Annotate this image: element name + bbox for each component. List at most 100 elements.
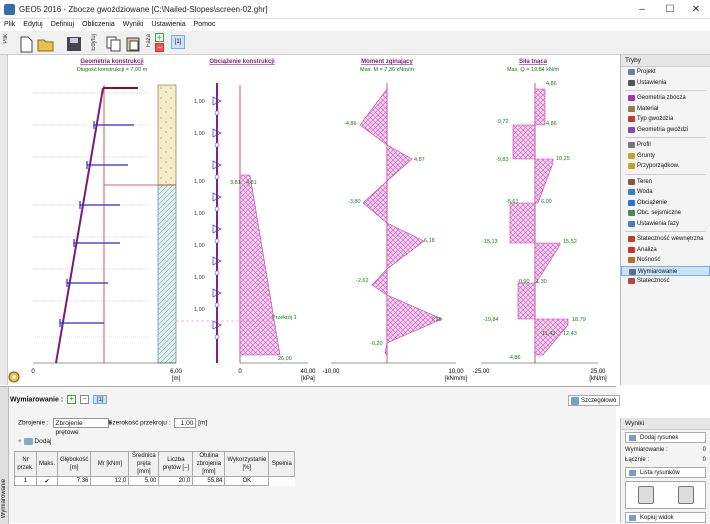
reinforcement-select[interactable]: Zbrojenie prętowe <box>52 418 109 436</box>
column-header[interactable]: Mr [kNm] <box>90 451 130 477</box>
svg-text:-3,80: -3,80 <box>348 199 361 205</box>
mode-item-10[interactable]: Woda <box>621 187 710 198</box>
width-input[interactable]: 1,00 <box>174 418 197 428</box>
add-drawing-button[interactable]: Dodaj rysunek <box>625 432 706 443</box>
modes-title: Tryby <box>621 55 710 67</box>
earth-pressure-diagram <box>239 174 281 356</box>
add-stage-icon[interactable]: + <box>155 33 164 42</box>
svg-text:1,00: 1,00 <box>194 275 205 281</box>
shear-axis-unit: [kN/m] <box>589 376 607 382</box>
mode-label: Stateczność wewnętrzna <box>637 236 704 242</box>
close-button[interactable]: ✕ <box>682 0 710 19</box>
mode-label: Stateczność <box>637 278 670 284</box>
moment-panel: -4,86 4,87 -3,80 6,18 -2,62 7,36 -0,20 -… <box>322 83 467 382</box>
mode-item-7[interactable]: Grunty <box>621 151 710 162</box>
detail-button[interactable]: Szczegółowo <box>568 395 621 406</box>
drawing-list-button[interactable]: Lista rysunków <box>625 467 706 478</box>
shear-diagram <box>509 88 569 356</box>
copy-view-button[interactable]: Kopiuj widok <box>625 512 706 523</box>
svg-text:1,00: 1,00 <box>194 243 205 249</box>
mode-item-13[interactable]: Ustawienia fazy <box>621 219 710 230</box>
mode-item-11[interactable]: Obciążenie <box>621 198 710 209</box>
table-cell[interactable]: 5,00 <box>128 476 160 486</box>
table-cell[interactable]: 20,0 <box>158 476 194 486</box>
mode-item-18[interactable]: Stateczność <box>621 276 710 287</box>
menu-definiuj[interactable]: Definiuj <box>47 19 78 31</box>
column-header[interactable]: Otulina zbrojenia [mm] <box>192 451 226 477</box>
mode-item-0[interactable]: Projekt <box>621 67 710 78</box>
svg-text:-4,86: -4,86 <box>508 355 521 361</box>
table-cell[interactable]: 7,36 <box>57 476 92 486</box>
column-header[interactable]: Średnica pręta [mm] <box>128 451 160 477</box>
svg-text:6,18: 6,18 <box>424 238 435 244</box>
mode-item-14[interactable]: Stateczność wewnętrzna <box>621 234 710 245</box>
table-cell[interactable]: OK <box>224 476 270 486</box>
paste-icon[interactable] <box>123 34 141 52</box>
table-cell[interactable]: 1 <box>14 476 37 486</box>
mode-label: Woda <box>637 189 653 195</box>
mode-item-8[interactable]: Przyporządkow. <box>621 161 710 172</box>
copy-icon[interactable] <box>103 34 121 52</box>
svg-text:1,00: 1,00 <box>194 131 205 137</box>
save-icon[interactable] <box>64 34 82 52</box>
mode-item-17[interactable]: Wymiarowanie <box>621 265 710 276</box>
mode-item-3[interactable]: Materiał <box>621 104 710 115</box>
mode-item-5[interactable]: Geometria gwoździ <box>621 125 710 136</box>
dimensioning-stage-button[interactable]: [1] <box>93 395 108 404</box>
new-file-icon[interactable] <box>16 34 34 53</box>
column-header[interactable]: Liczba prętów [–] <box>158 451 194 477</box>
minimize-button[interactable]: – <box>628 0 656 19</box>
mode-icon <box>628 126 635 133</box>
dimensioning-table: Nr przek. Maks. Głębokość [m] Mr [kNm] Średn… <box>14 451 296 486</box>
menu-pomoc[interactable]: Pomoc <box>190 19 220 31</box>
title-bar: GEO5 2016 - Zbocze gwoździowane [C:\Nail… <box>0 0 710 19</box>
moment-axis-end: 10,00 <box>448 369 464 375</box>
column-header[interactable]: Maks. <box>35 451 59 477</box>
column-header[interactable]: Nr przek. <box>14 451 37 477</box>
mode-item-15[interactable]: Analiza <box>621 245 710 256</box>
print-preview-icon[interactable] <box>678 486 694 504</box>
table-row[interactable]: 1 ✔ 7,36 12,0 5,00 20,0 55,84 OK <box>14 476 295 486</box>
spacing-labels: 1,00 1,00 1,00 1,00 1,00 1,00 1,00 <box>194 99 205 313</box>
open-file-icon[interactable] <box>36 34 54 52</box>
svg-text:1,00: 1,00 <box>194 211 205 217</box>
mode-item-2[interactable]: Geometria zbocza <box>621 93 710 104</box>
stage-1-button[interactable]: [1] <box>171 35 185 49</box>
shear-axis-end: 25,00 <box>590 369 606 375</box>
modes-list: Projekt Ustawienia Geometria zbocza Materia… <box>621 67 710 287</box>
menu-obliczenia[interactable]: Obliczenia <box>78 19 119 31</box>
geo-axis-start: 0 <box>31 369 35 375</box>
mode-item-12[interactable]: Obc. sejsmiczne <box>621 208 710 219</box>
menu-wyniki[interactable]: Wyniki <box>119 19 148 31</box>
menu-edytuj[interactable]: Edytuj <box>19 19 46 31</box>
settings-gear-icon[interactable] <box>8 371 20 383</box>
column-header[interactable]: Wykorzystanie [%] <box>224 451 270 477</box>
add-row-button[interactable]: + Dodaj <box>18 438 51 445</box>
table-cell[interactable]: 12,0 <box>90 476 130 486</box>
toolbar-edytuj-label: Edytuj <box>91 34 97 51</box>
mode-item-6[interactable]: Profil <box>621 140 710 151</box>
mode-item-4[interactable]: Typ gwoździa <box>621 114 710 125</box>
mode-item-1[interactable]: Ustawienia <box>621 78 710 89</box>
table-cell[interactable]: 55,84 <box>192 476 226 486</box>
column-header[interactable]: Spełnia <box>268 451 296 477</box>
menu-ustawienia[interactable]: Ustawienia <box>147 19 189 31</box>
column-header[interactable]: Głębokość [m] <box>57 451 92 477</box>
drawing-area[interactable]: Geometria konstrukcji Długość konstrukcj… <box>8 55 616 385</box>
mode-item-9[interactable]: Teren <box>621 177 710 188</box>
modes-panel: Tryby Projekt Ustawienia Geometria zbocza M… <box>620 55 710 385</box>
maximize-button[interactable]: ☐ <box>656 0 684 19</box>
bottom-side-tab[interactable]: Wymiarowanie <box>0 387 9 524</box>
remove-dimensioning-icon[interactable]: − <box>80 395 90 404</box>
print-icon[interactable] <box>638 486 654 504</box>
mode-icon <box>628 116 635 122</box>
mode-icon <box>628 163 635 169</box>
remove-stage-icon[interactable]: − <box>155 43 164 52</box>
mode-icon <box>629 268 636 275</box>
mode-item-16[interactable]: Nośność <box>621 255 710 266</box>
table-cell[interactable]: ✔ <box>35 476 59 486</box>
modes-separator <box>625 172 706 175</box>
add-dimensioning-icon[interactable]: + <box>67 395 77 404</box>
menu-plik[interactable]: Plik <box>0 19 19 31</box>
mode-label: Przyporządkow. <box>637 163 680 169</box>
